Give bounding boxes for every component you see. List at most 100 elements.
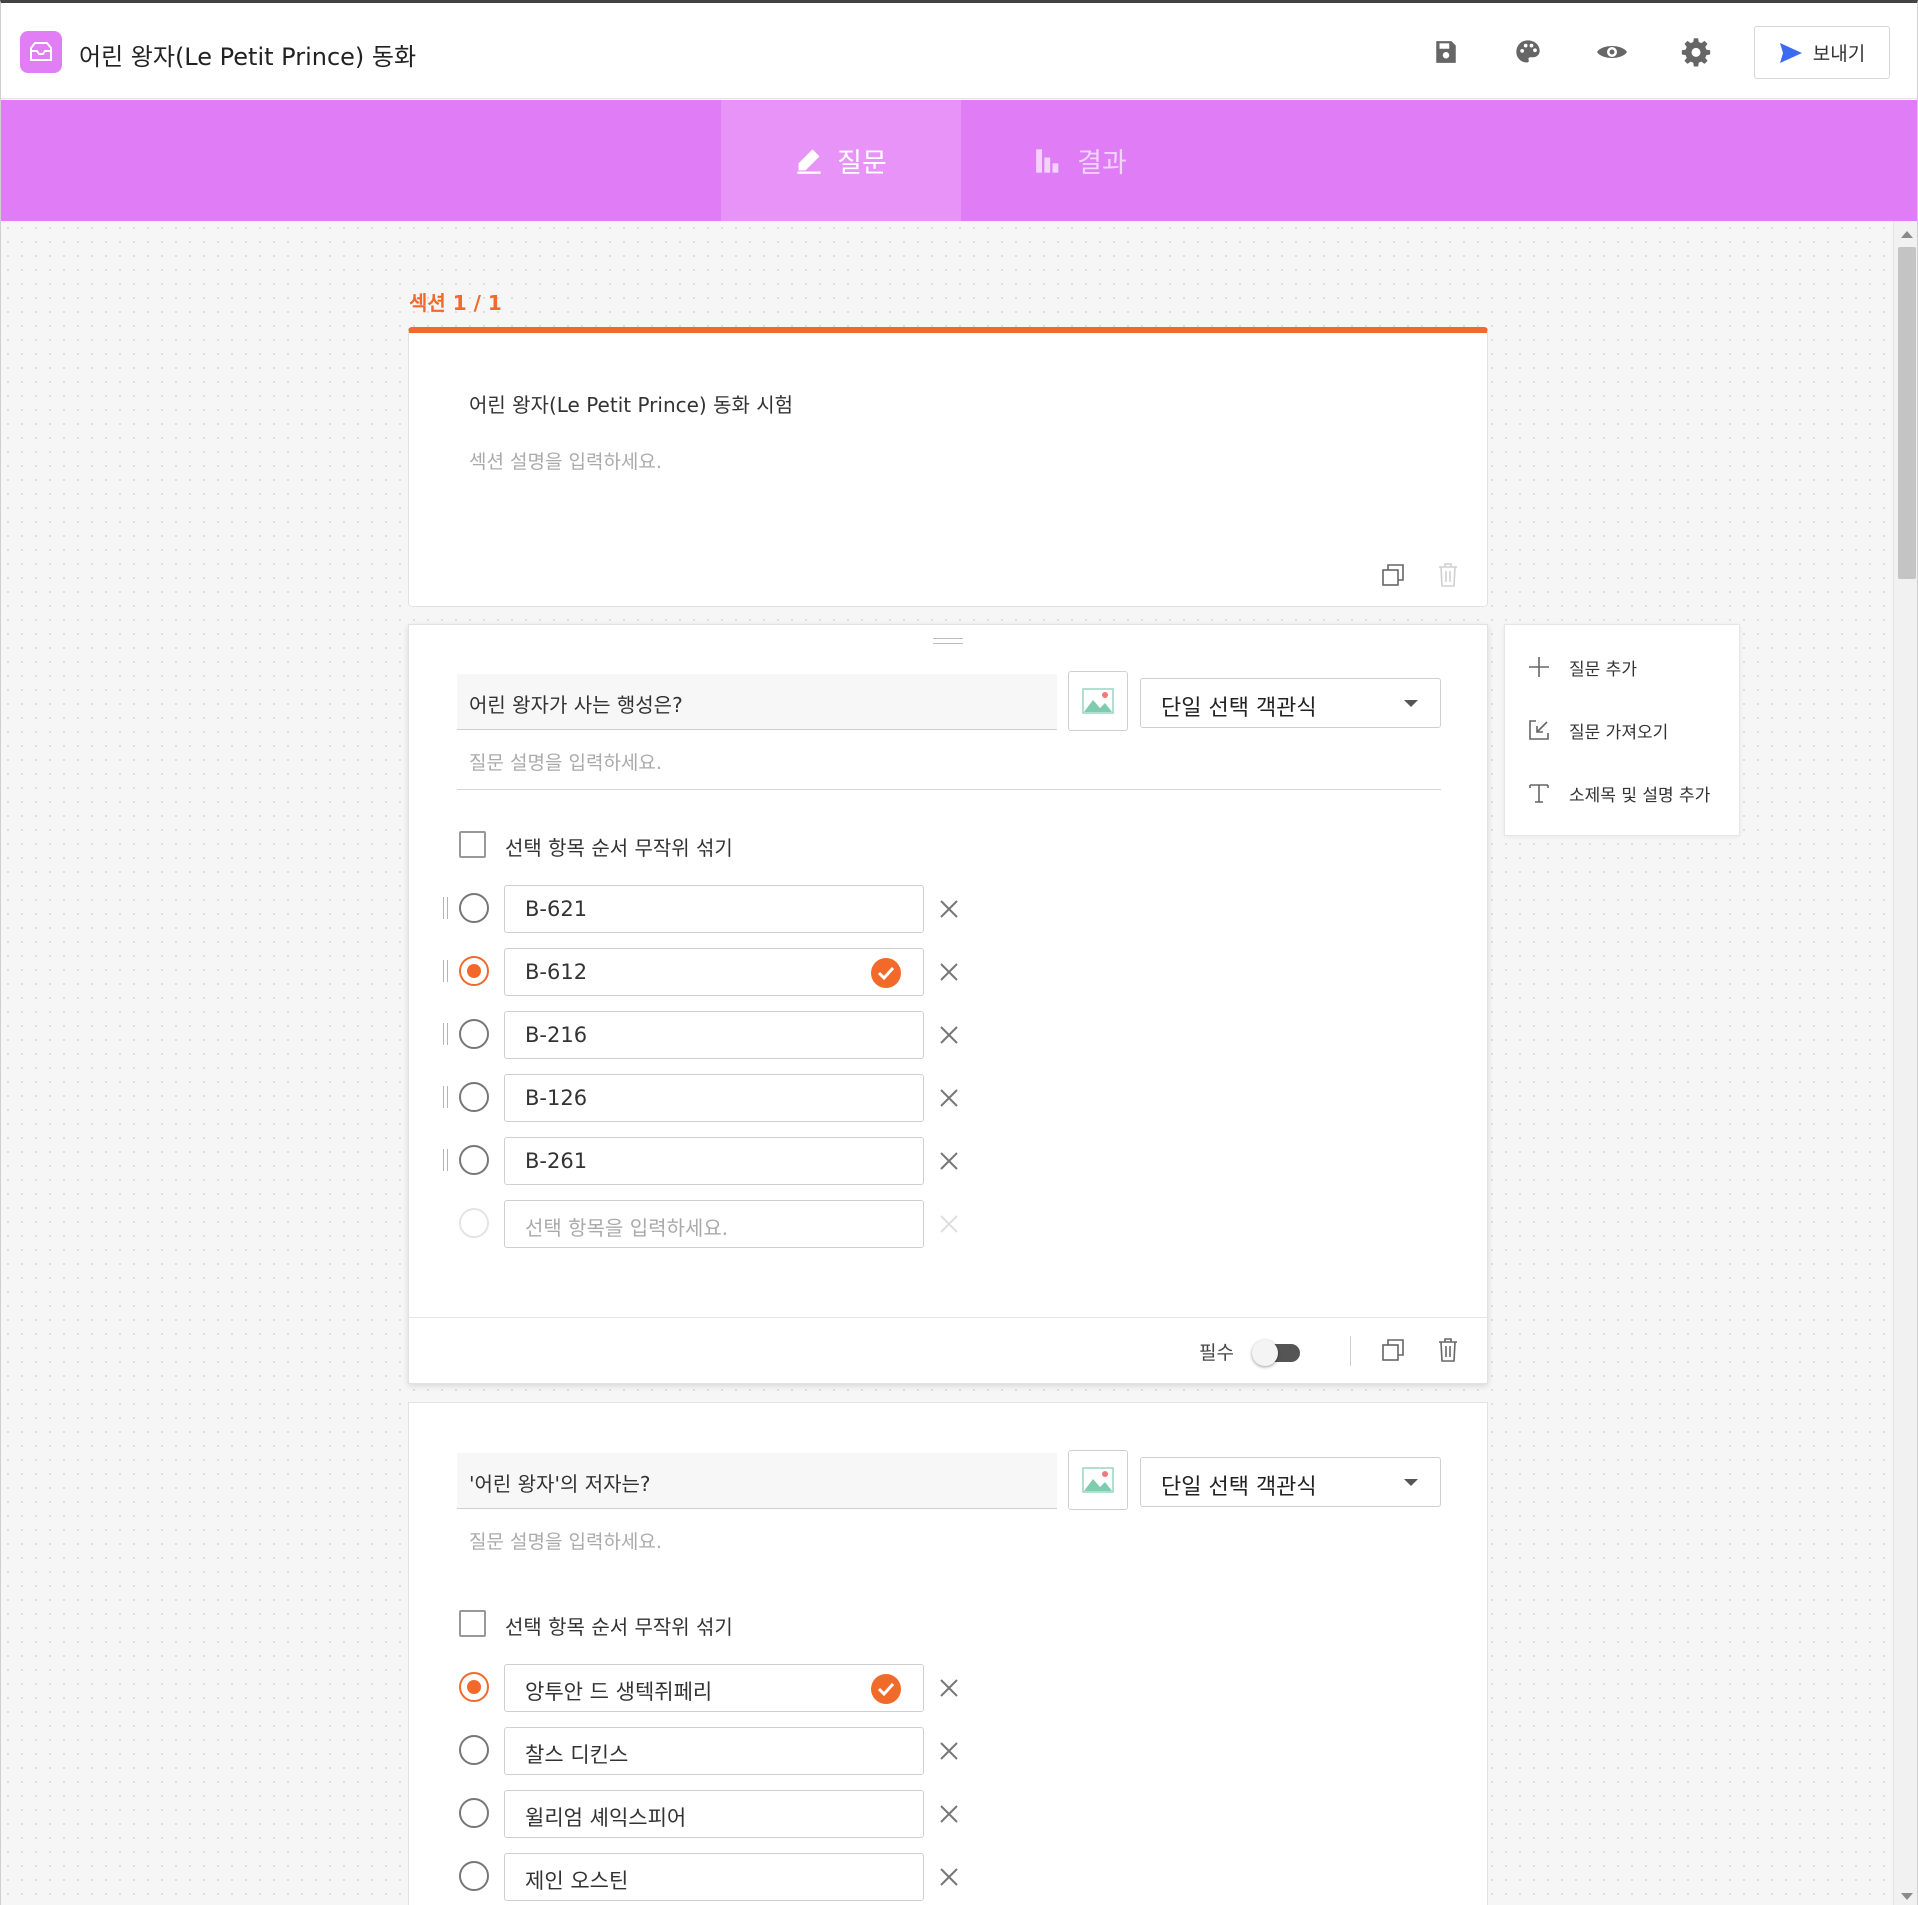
- option-label: 윌리엄 셰익스피어: [525, 1806, 687, 1830]
- option-radio[interactable]: [459, 893, 489, 923]
- question-description-field[interactable]: 질문 설명을 입력하세요.: [469, 1527, 662, 1554]
- close-icon[interactable]: [937, 1802, 961, 1826]
- chevron-down-icon: [1404, 1479, 1418, 1486]
- question-type-select[interactable]: 단일 선택 객관식: [1140, 678, 1441, 728]
- add-question-button[interactable]: 질문 추가: [1527, 652, 1637, 682]
- question-type-value: 단일 선택 객관식: [1161, 1475, 1317, 1500]
- option-label: B-126: [525, 1086, 588, 1110]
- question-type-select[interactable]: 단일 선택 객관식: [1140, 1457, 1441, 1507]
- shuffle-checkbox[interactable]: [459, 1610, 486, 1637]
- top-bar: 어린 왕자(Le Petit Prince) 동화 보내기: [1, 3, 1917, 99]
- section-title[interactable]: 어린 왕자(Le Petit Prince) 동화 시험: [469, 389, 793, 418]
- section-indicator: 섹션 1 / 1: [409, 291, 502, 315]
- section-description-field[interactable]: 섹션 설명을 입력하세요.: [469, 447, 662, 474]
- tab-results[interactable]: 결과: [961, 100, 1201, 221]
- close-icon[interactable]: [937, 1086, 961, 1110]
- add-title-description-button[interactable]: 소제목 및 설명 추가: [1527, 778, 1710, 808]
- chevron-down-icon: [1404, 700, 1418, 707]
- delete-question-button[interactable]: [1436, 1337, 1460, 1367]
- option-input[interactable]: B-621: [504, 885, 924, 933]
- trash-icon: [1439, 563, 1457, 587]
- scroll-down-arrow[interactable]: [1901, 1893, 1913, 1900]
- shuffle-checkbox[interactable]: [459, 831, 486, 858]
- form-title: 어린 왕자(Le Petit Prince) 동화: [79, 43, 417, 71]
- option-label: B-621: [525, 897, 588, 921]
- send-button-label: 보내기: [1812, 43, 1866, 65]
- card-drag-handle[interactable]: [933, 638, 963, 644]
- option-drag-handle[interactable]: [443, 960, 448, 982]
- close-icon[interactable]: [937, 1865, 961, 1889]
- close-icon[interactable]: [937, 1739, 961, 1763]
- new-option-radio: [459, 1208, 489, 1238]
- settings-button[interactable]: [1678, 34, 1714, 70]
- option-drag-handle[interactable]: [443, 1086, 448, 1108]
- close-icon[interactable]: [937, 1023, 961, 1047]
- option-input[interactable]: B-612: [504, 948, 924, 996]
- close-icon[interactable]: [937, 1149, 961, 1173]
- option-radio[interactable]: [459, 1798, 489, 1828]
- option-radio-selected[interactable]: [459, 1672, 489, 1702]
- required-toggle[interactable]: [1252, 1340, 1302, 1366]
- import-question-button[interactable]: 질문 가져오기: [1527, 715, 1668, 745]
- bar-chart-icon: [1036, 148, 1059, 173]
- option-input[interactable]: 윌리엄 셰익스피어: [504, 1790, 924, 1838]
- tab-questions[interactable]: 질문: [721, 100, 961, 221]
- option-label: 찰스 디킨스: [525, 1743, 629, 1767]
- send-icon: [1779, 42, 1802, 63]
- option-radio[interactable]: [459, 1861, 489, 1891]
- question-title-input[interactable]: 어린 왕자가 사는 행성은?: [457, 674, 1057, 730]
- new-option-input[interactable]: 선택 항목을 입력하세요.: [504, 1200, 924, 1248]
- trash-icon: [1439, 1338, 1457, 1362]
- save-icon: [1436, 41, 1456, 63]
- scroll-thumb[interactable]: [1898, 247, 1916, 579]
- option-radio-selected[interactable]: [459, 956, 489, 986]
- save-button[interactable]: [1428, 34, 1464, 70]
- option-input[interactable]: 찰스 디킨스: [504, 1727, 924, 1775]
- plus-icon: [1529, 657, 1549, 677]
- question-type-value: 단일 선택 객관식: [1161, 696, 1317, 721]
- close-icon: [940, 1215, 958, 1233]
- option-drag-handle[interactable]: [443, 1023, 448, 1045]
- inbox-icon: [30, 42, 52, 61]
- option-input[interactable]: B-216: [504, 1011, 924, 1059]
- question-title-input[interactable]: '어린 왕자'의 저자는?: [457, 1453, 1057, 1509]
- theme-button[interactable]: [1510, 34, 1546, 70]
- palette-icon: [1516, 40, 1540, 63]
- option-input[interactable]: 앙투안 드 생텍쥐페리: [504, 1664, 924, 1712]
- option-radio[interactable]: [459, 1019, 489, 1049]
- preview-button[interactable]: [1594, 34, 1630, 70]
- question-description-field[interactable]: 질문 설명을 입력하세요.: [469, 748, 662, 775]
- option-radio[interactable]: [459, 1082, 489, 1112]
- scroll-up-arrow[interactable]: [1901, 231, 1913, 238]
- import-icon: [1529, 720, 1549, 740]
- option-label: 제인 오스틴: [525, 1869, 629, 1893]
- add-image-button[interactable]: [1068, 1450, 1128, 1510]
- add-image-button[interactable]: [1068, 671, 1128, 731]
- pencil-icon: [797, 148, 821, 174]
- send-button[interactable]: 보내기: [1754, 26, 1890, 79]
- option-input[interactable]: B-126: [504, 1074, 924, 1122]
- shuffle-label: 선택 항목 순서 무작위 섞기: [505, 836, 733, 860]
- text-icon: [1529, 784, 1549, 803]
- close-icon[interactable]: [937, 897, 961, 921]
- option-drag-handle[interactable]: [443, 1149, 448, 1171]
- question-card-1[interactable]: 어린 왕자가 사는 행성은? 단일 선택 객관식 질문 설명을 입력하세요. 선…: [408, 624, 1488, 1384]
- vertical-scrollbar[interactable]: [1893, 221, 1917, 1905]
- close-icon[interactable]: [937, 1676, 961, 1700]
- duplicate-question-button[interactable]: [1381, 1338, 1405, 1366]
- add-title-description-label: 소제목 및 설명 추가: [1569, 785, 1711, 806]
- question-actions-panel: 질문 추가 질문 가져오기 소제목 및 설명 추가: [1504, 624, 1740, 836]
- app-window: 어린 왕자(Le Petit Prince) 동화 보내기 질문 결과 섹션 1…: [0, 0, 1918, 1905]
- option-radio[interactable]: [459, 1735, 489, 1765]
- option-drag-handle[interactable]: [443, 897, 448, 919]
- close-icon[interactable]: [937, 960, 961, 984]
- option-input[interactable]: 제인 오스틴: [504, 1853, 924, 1901]
- import-question-label: 질문 가져오기: [1569, 722, 1669, 743]
- app-logo: [20, 31, 62, 73]
- required-label: 필수: [1199, 1342, 1234, 1364]
- option-radio[interactable]: [459, 1145, 489, 1175]
- question-footer: 필수: [409, 1317, 1487, 1383]
- question-card-2[interactable]: '어린 왕자'의 저자는? 단일 선택 객관식 질문 설명을 입력하세요. 선택…: [408, 1402, 1488, 1905]
- option-input[interactable]: B-261: [504, 1137, 924, 1185]
- duplicate-section-button[interactable]: [1381, 563, 1405, 591]
